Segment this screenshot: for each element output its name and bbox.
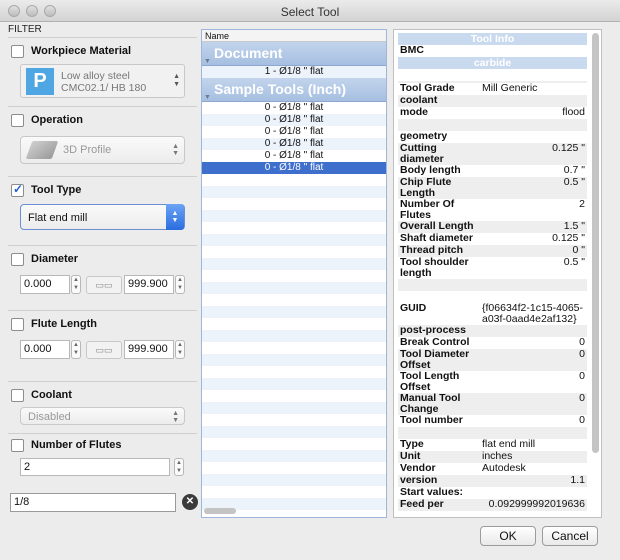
clear-search-icon[interactable]: ✕ [182, 494, 198, 510]
info-material-bar: carbide [398, 57, 587, 69]
tool-list: Name ▼ Document 1 - Ø1/8 " flat ▼ Sample… [201, 29, 387, 518]
diameter-min-input[interactable]: 0.000 [20, 275, 70, 294]
diameter-label: Diameter [31, 253, 79, 265]
group-sample-tools[interactable]: ▼ Sample Tools (Inch) [202, 78, 386, 102]
title-bar: Select Tool [0, 0, 620, 22]
select-tool-window: Select Tool FILTER Workpiece Material P … [0, 0, 620, 560]
info-key: mode [400, 106, 429, 118]
info-key: Tool number [400, 414, 463, 426]
tool-row-selected[interactable]: 0 - Ø1/8 " flat [202, 162, 386, 174]
flute-length-max-stepper[interactable]: ▲ ▼ [175, 340, 185, 359]
info-key: Tool shoulder length [400, 256, 469, 279]
info-key: Number Of Flutes [400, 198, 455, 221]
info-value: 1.1 [570, 474, 585, 486]
group-name: Document [214, 45, 283, 61]
cancel-button[interactable]: Cancel [542, 526, 598, 546]
operation-value: 3D Profile [63, 144, 112, 156]
info-value: 0.092999992019636 [488, 498, 585, 510]
tool-row[interactable]: 0 - Ø1/8 " flat [202, 150, 386, 162]
material-code: CMC02.1/ HB 180 [61, 82, 147, 94]
info-value: 0 [579, 370, 585, 382]
info-key: Manual Tool Change [400, 392, 461, 415]
coolant-value: Disabled [28, 411, 71, 423]
flute-length-link-icon[interactable]: ▭▭ [86, 341, 122, 359]
workpiece-material-checkbox[interactable] [11, 44, 24, 58]
operation-arrows-icon: ▲ ▼ [172, 143, 179, 157]
workpiece-material-label: Workpiece Material [31, 45, 132, 57]
window-title: Select Tool [280, 5, 340, 19]
name-column-header[interactable]: Name [202, 30, 386, 42]
flute-length-min-input[interactable]: 0.000 [20, 340, 70, 359]
group-name: Sample Tools (Inch) [214, 81, 346, 97]
disclosure-triangle-icon[interactable]: ▼ [204, 51, 211, 73]
material-spinner-icon[interactable]: ▲ ▼ [173, 73, 180, 89]
tool-row[interactable]: 1 - Ø1/8 " flat [202, 66, 386, 78]
coolant-select[interactable]: Disabled ▲ ▼ [20, 407, 185, 425]
diameter-min-stepper[interactable]: ▲ ▼ [71, 275, 81, 294]
operation-select[interactable]: 3D Profile ▲ ▼ [20, 136, 185, 164]
info-key: GUID [400, 302, 427, 314]
3d-profile-icon [25, 141, 59, 159]
tool-type-select[interactable]: Flat end mill ▲ ▼ [20, 204, 185, 230]
tool-type-label: Tool Type [31, 184, 82, 196]
info-value: {f06634f2-1c15-4065-a03f-0aad4e2af132} [482, 302, 583, 325]
diameter-max-stepper[interactable]: ▲ ▼ [175, 275, 185, 294]
operation-checkbox[interactable] [11, 113, 24, 127]
tool-row[interactable]: 0 - Ø1/8 " flat [202, 102, 386, 114]
tool-type-value: Flat end mill [28, 212, 88, 224]
material-name: Low alloy steel [61, 70, 130, 82]
info-key: Tool Diameter Offset [400, 348, 470, 371]
info-value: 0 [579, 336, 585, 348]
diameter-link-icon[interactable]: ▭▭ [86, 276, 122, 294]
info-value: 0.5 " [563, 256, 585, 268]
list-horizontal-scrollbar[interactable] [204, 508, 236, 514]
info-key: Chip Flute Length [400, 176, 452, 199]
number-of-flutes-label: Number of Flutes [31, 439, 122, 451]
workpiece-material-selector[interactable]: P Low alloy steel CMC02.1/ HB 180 ▲ ▼ [20, 64, 185, 98]
flute-length-max-input[interactable]: 999.900 [124, 340, 174, 359]
tool-info-title: Tool Info [398, 33, 587, 45]
flute-length-label: Flute Length [31, 318, 97, 330]
info-value: 0 [579, 348, 585, 360]
info-vertical-scrollbar[interactable] [592, 33, 599, 453]
info-value: 0 [579, 414, 585, 426]
diameter-checkbox[interactable] [11, 252, 24, 266]
flute-length-min-stepper[interactable]: ▲ ▼ [71, 340, 81, 359]
info-key: Feed per [400, 498, 444, 510]
info-value: Mill Generic [482, 82, 538, 94]
info-value: 0.5 " [563, 176, 585, 188]
coolant-label: Coolant [31, 389, 72, 401]
number-of-flutes-input[interactable]: 2 [20, 458, 170, 476]
flute-length-checkbox[interactable] [11, 317, 24, 331]
number-of-flutes-checkbox[interactable] [11, 438, 24, 452]
info-value: 2 [579, 198, 585, 210]
info-value: 0 [579, 392, 585, 404]
info-material-label: BMC [400, 44, 424, 56]
number-of-flutes-stepper[interactable]: ▲ ▼ [174, 458, 184, 476]
filter-panel: FILTER Workpiece Material P Low alloy st… [8, 24, 198, 518]
filter-header: FILTER [8, 24, 42, 35]
tool-row[interactable]: 0 - Ø1/8 " flat [202, 114, 386, 126]
info-value: 0.125 " [552, 232, 585, 244]
info-value: 0.125 " [552, 142, 585, 154]
coolant-arrows-icon: ▲ ▼ [172, 410, 179, 424]
disclosure-triangle-icon[interactable]: ▼ [204, 87, 211, 109]
operation-label: Operation [31, 114, 83, 126]
search-input[interactable]: 1/8 [10, 493, 176, 512]
group-document[interactable]: ▼ Document [202, 42, 386, 66]
coolant-checkbox[interactable] [11, 388, 24, 402]
diameter-max-input[interactable]: 999.900 [124, 275, 174, 294]
tool-type-checkbox[interactable] [11, 182, 24, 197]
tool-info-panel: Tool Info BMC carbide Tool Grade Mill Gen… [393, 29, 602, 518]
info-key: Cutting diameter [400, 142, 444, 165]
tool-type-arrows-icon: ▲ ▼ [166, 204, 184, 230]
ok-button[interactable]: OK [480, 526, 536, 546]
info-value: flood [562, 106, 585, 118]
tool-row[interactable]: 0 - Ø1/8 " flat [202, 126, 386, 138]
material-p-icon: P [26, 68, 54, 95]
info-key: Tool Length Offset [400, 370, 460, 393]
tool-row[interactable]: 0 - Ø1/8 " flat [202, 138, 386, 150]
